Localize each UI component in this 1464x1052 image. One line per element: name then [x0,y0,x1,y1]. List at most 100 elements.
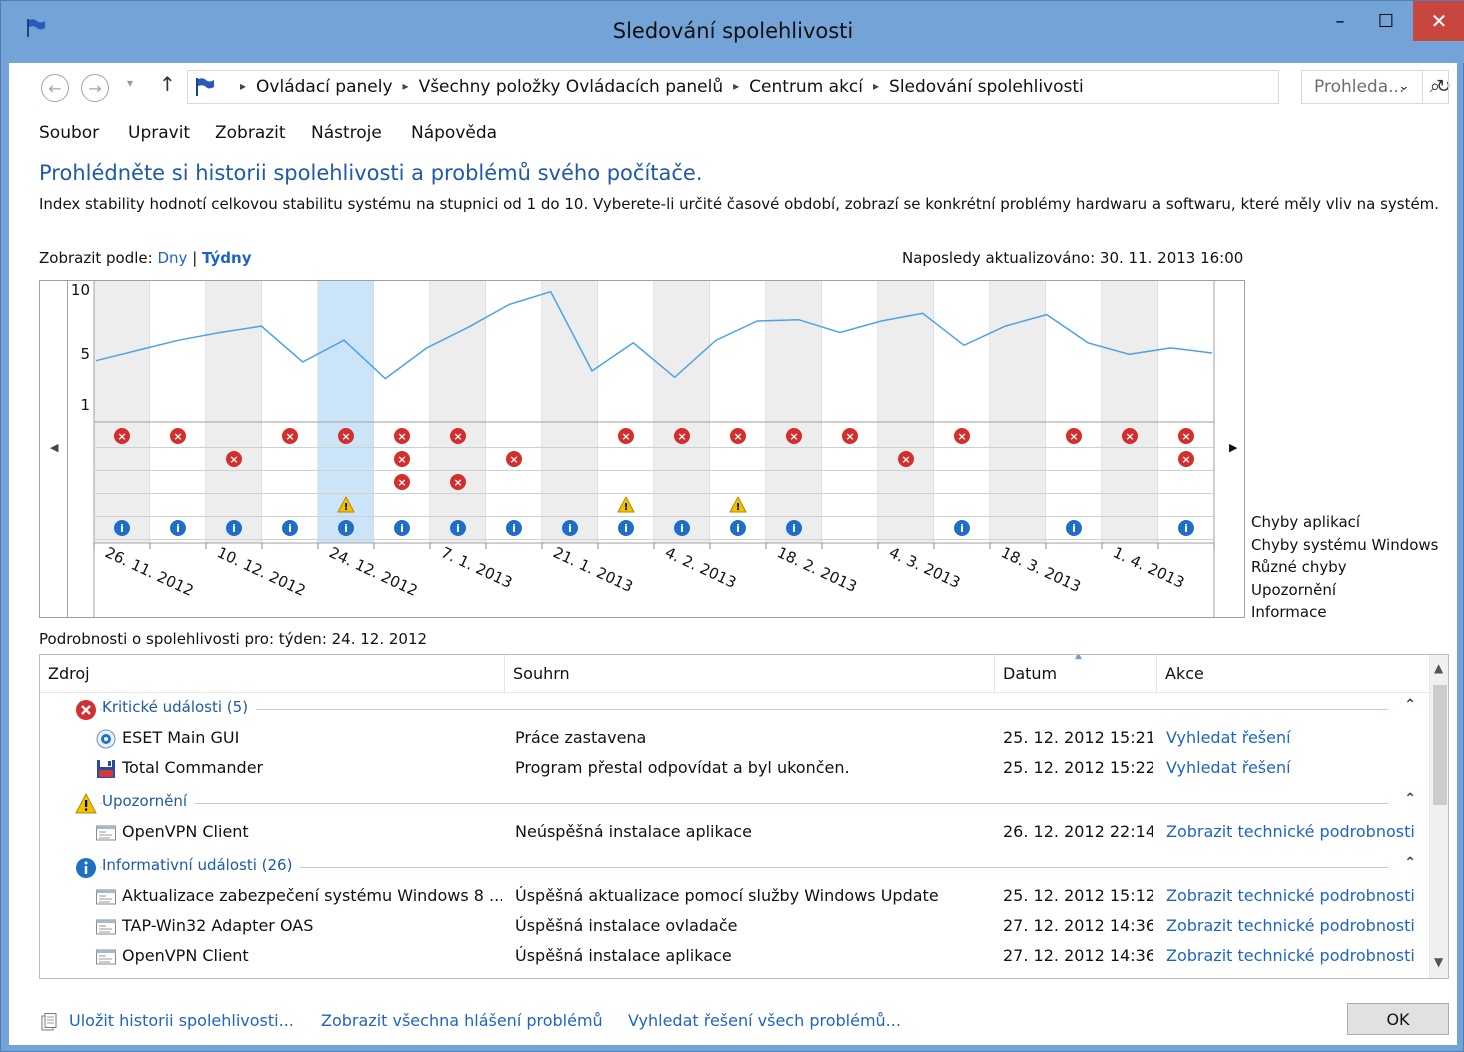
breadcrumb-item[interactable]: Ovládací panely [256,77,393,97]
legend-item: Chyby aplikací [1251,513,1361,531]
vertical-scrollbar[interactable]: ▲ ▼ [1429,655,1448,978]
scroll-down-icon[interactable]: ▼ [1434,955,1443,969]
legend-item: Chyby systému Windows [1251,535,1439,554]
chevron-right-icon[interactable]: ▸ [240,79,246,93]
column-summary[interactable]: Souhrn [505,655,995,693]
week-column[interactable] [1158,281,1214,543]
table-row[interactable]: ESET Main GUI Práce zastavena 25. 12. 2012… [40,724,1428,754]
table-row[interactable]: Aktualizace zabezpečení systému Windows … [40,882,1428,912]
back-button[interactable]: ← [41,74,69,102]
breadcrumb[interactable]: ▸ Ovládací panely ▸ Všechny položky Ovládac… [187,70,1451,104]
source-cell: OpenVPN Client [122,946,249,965]
x-tick-label: 4. 2. 2013 [662,543,739,592]
week-column[interactable] [486,281,542,543]
action-link[interactable]: Zobrazit technické podrobnosti [1166,916,1426,935]
week-column[interactable] [262,281,318,543]
events-table[interactable]: Zdroj Souhrn Datum Akce ▲ ▲ ▼ Kritické u… [39,654,1449,979]
app-icon [96,729,116,753]
stability-chart[interactable]: ◀ 10 5 1 × × × × × × × × × × × × × × × × × × × × × ×!!! i i i i i i i i i… [39,280,1245,618]
action-link[interactable]: Zobrazit technické podrobnosti [1166,946,1426,965]
breadcrumb-item[interactable]: Všechny položky Ovládacích panelů [419,77,724,97]
menu-zobrazit[interactable]: Zobrazit [215,123,286,143]
menu-upravit[interactable]: Upravit [128,123,190,143]
maximize-button[interactable]: ☐ [1363,1,1409,41]
error-icon-glyph: × [789,430,798,443]
week-column[interactable] [1102,281,1158,543]
column-source[interactable]: Zdroj [40,655,505,693]
chevron-right-icon[interactable]: ▸ [733,79,739,93]
critical-events-group[interactable]: Kritické události (5) ⌃ [40,694,1428,722]
action-link[interactable]: Zobrazit technické podrobnosti [1166,886,1426,905]
forward-button[interactable]: → [81,74,109,102]
view-by-label: Zobrazit podle: [39,249,153,267]
x-tick-label: 18. 3. 2013 [998,543,1083,596]
app-icon [96,759,116,783]
breadcrumb-item[interactable]: Sledování spolehlivosti [889,77,1084,97]
minimize-button[interactable]: – [1317,1,1363,41]
week-column[interactable] [934,281,990,543]
chevron-up-icon[interactable]: ⌃ [1404,855,1416,871]
x-tick-label: 10. 12. 2012 [214,543,308,600]
scroll-up-icon[interactable]: ▲ [1434,661,1443,675]
title-bar[interactable]: Sledování spolehlivosti – ☐ ✕ [1,1,1464,63]
save-icon [41,1013,57,1031]
close-button[interactable]: ✕ [1413,1,1464,41]
save-history-link[interactable]: Uložit historii spolehlivosti... [69,1011,294,1030]
menu-nastroje[interactable]: Nástroje [311,123,382,143]
week-column[interactable] [990,281,1046,543]
recent-locations-dropdown[interactable]: ▾ [127,76,133,90]
group-label: Kritické události (5) [102,698,257,716]
check-all-solutions-link[interactable]: Vyhledat řešení všech problémů... [628,1011,901,1030]
search-input[interactable] [1314,77,1414,97]
breadcrumb-item[interactable]: Centrum akcí [749,77,863,97]
week-column[interactable] [150,281,206,543]
ok-button[interactable]: OK [1347,1003,1449,1035]
date-cell: 27. 12. 2012 14:36 [1003,946,1153,965]
error-icon-glyph: × [621,430,630,443]
warnings-group[interactable]: Upozornění ⌃ [40,788,1428,816]
chevron-right-icon[interactable]: ▸ [873,79,879,93]
warning-icon-glyph: ! [736,502,741,513]
chevron-up-icon[interactable]: ⌃ [1404,791,1416,807]
menu-soubor[interactable]: Soubor [39,123,99,143]
error-icon-glyph: × [397,430,406,443]
stability-chart-plot[interactable]: 10 5 1 × × × × × × × × × × × × × × × × × × × × × ×!! ! i i i i i i i i i i i… [68,281,1244,617]
info-icon-glyph: i [232,522,236,535]
action-link[interactable]: Zobrazit technické podrobnosti [1166,822,1426,841]
week-column[interactable] [542,281,598,543]
action-link[interactable]: Vyhledat řešení [1166,728,1426,747]
view-days-link[interactable]: Dny [157,249,187,267]
week-column[interactable] [430,281,486,543]
x-tick-label: 21. 1. 2013 [550,543,635,596]
search-box[interactable]: ⌕ [1301,70,1449,104]
up-button[interactable]: ↑ [159,72,176,96]
x-tick-label: 26. 11. 2012 [102,543,196,600]
chevron-right-icon[interactable]: ▸ [403,79,409,93]
chevron-left-icon[interactable]: ◀ [50,441,58,454]
informational-events-group[interactable]: Informativní události (26) ⌃ [40,852,1428,880]
scrollbar-thumb[interactable] [1433,685,1447,805]
show-all-reports-link[interactable]: Zobrazit všechna hlášení problémů [321,1011,603,1030]
week-column[interactable] [654,281,710,543]
table-row[interactable]: OpenVPN Client Neúspěšná instalace aplika… [40,818,1428,848]
error-icon-glyph: × [453,430,462,443]
week-column[interactable] [822,281,878,543]
breadcrumb-items: ▸ Ovládací panely ▸ Všechny položky Ovládac… [230,77,1084,97]
week-column[interactable] [206,281,262,543]
column-action[interactable]: Akce [1157,655,1430,693]
chart-scroll-left[interactable]: ◀ [40,281,68,617]
search-icon[interactable]: ⌕ [1430,76,1440,97]
week-column[interactable] [374,281,430,543]
error-icon-glyph: × [1069,430,1078,443]
chevron-right-icon[interactable]: ▶ [1229,441,1237,454]
menu-napoveda[interactable]: Nápověda [411,123,497,143]
table-row[interactable]: TAP-Win32 Adapter OAS Úspěšná instalace o… [40,912,1428,942]
table-row[interactable]: Total Commander Program přestal odpovídat… [40,754,1428,784]
week-column[interactable] [94,281,150,543]
table-row[interactable]: OpenVPN Client Úspěšná instalace aplikace… [40,942,1428,972]
view-weeks-link[interactable]: Týdny [202,249,251,267]
chart-legend: Chyby aplikací Chyby systému Windows Různé… [1251,511,1439,624]
view-by: Zobrazit podle: Dny | Týdny [39,249,251,267]
chevron-up-icon[interactable]: ⌃ [1404,697,1416,713]
action-link[interactable]: Vyhledat řešení [1166,758,1426,777]
